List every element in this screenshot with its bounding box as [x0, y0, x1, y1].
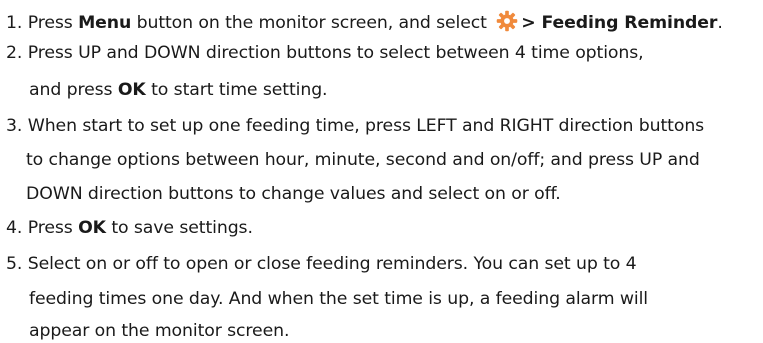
step-text: When start to set up one feeding time, p… — [27, 116, 705, 136]
step-text: to start time setting. — [145, 80, 328, 100]
step-text: Select on or off to open or close feedin… — [27, 254, 637, 274]
step-text: appear on the monitor screen. — [29, 321, 290, 341]
step-3-line-2: to change options between hour, minute, … — [26, 148, 700, 172]
step-3-line-3: DOWN direction buttons to change values … — [26, 182, 561, 206]
step-text: DOWN direction buttons to change values … — [26, 184, 561, 204]
feeding-reminder-label: > Feeding Reminder — [521, 13, 718, 33]
step-number: 1. — [6, 13, 23, 33]
step-number: 5. — [6, 254, 23, 274]
step-1: 1. Press Menu button on the monitor scre… — [6, 10, 723, 35]
step-5-line-3: appear on the monitor screen. — [29, 319, 289, 343]
step-text: feeding times one day. And when the set … — [29, 289, 648, 309]
step-4: 4. Press OK to save settings. — [6, 216, 253, 240]
step-number: 3. — [6, 116, 23, 136]
step-5-line-2: feeding times one day. And when the set … — [29, 287, 648, 311]
step-3-line-1: 3. When start to set up one feeding time… — [6, 114, 704, 138]
step-2-line-1: 2. Press UP and DOWN direction buttons t… — [6, 41, 644, 65]
step-text: Press UP and DOWN direction buttons to s… — [27, 43, 644, 63]
gear-icon — [496, 10, 518, 32]
step-text: to save settings. — [105, 218, 253, 238]
step-number: 2. — [6, 43, 23, 63]
menu-button-label: Menu — [78, 13, 132, 33]
step-number: 4. — [6, 218, 23, 238]
ok-button-label: OK — [117, 80, 146, 100]
step-text: button on the monitor screen, and select — [131, 13, 493, 33]
step-text: to change options between hour, minute, … — [26, 150, 700, 170]
step-text: Press — [27, 218, 79, 238]
step-5-line-1: 5. Select on or off to open or close fee… — [6, 252, 637, 276]
ok-button-label: OK — [78, 218, 106, 238]
step-text: Press — [27, 13, 79, 33]
step-text: . — [717, 13, 723, 33]
step-2-line-2: and press OK to start time setting. — [29, 78, 328, 102]
step-text: and press — [29, 80, 118, 100]
